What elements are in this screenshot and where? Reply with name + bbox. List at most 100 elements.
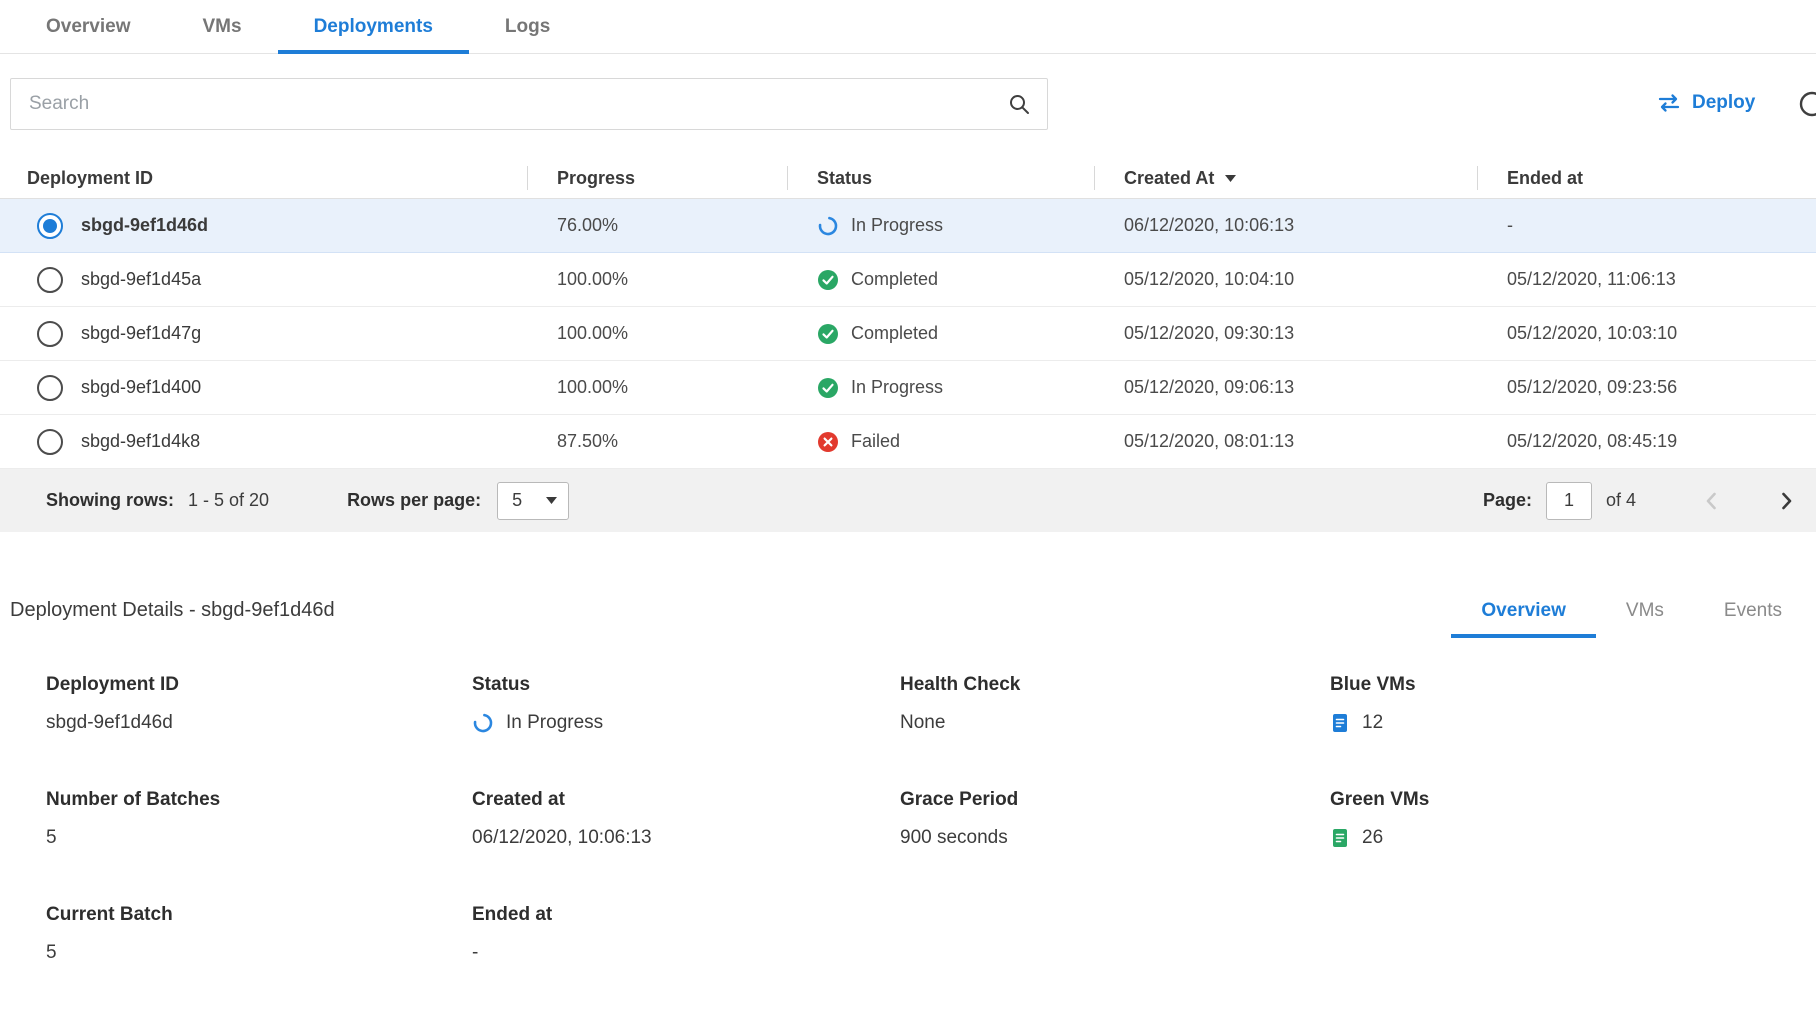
ended-at-cell: 05/12/2020, 08:45:19 [1477, 431, 1816, 452]
ended-at-cell: - [1477, 215, 1816, 236]
deploy-label: Deploy [1692, 92, 1755, 114]
column-header-status[interactable]: Status [787, 158, 1094, 198]
prev-page-button[interactable] [1700, 489, 1724, 513]
table-footer: Showing rows: 1 - 5 of 20 Rows per page:… [0, 469, 1816, 532]
row-radio[interactable] [37, 213, 63, 239]
tab-deployments[interactable]: Deployments [278, 0, 469, 54]
deployment-id: sbgd-9ef1d45a [81, 269, 201, 290]
created-at-cell: 05/12/2020, 09:30:13 [1094, 323, 1477, 344]
detail-field-created-at: Created at 06/12/2020, 10:06:13 [472, 789, 900, 850]
detail-label: Grace Period [900, 789, 1330, 811]
detail-field-status: Status In Progress [472, 674, 900, 735]
refresh-icon[interactable] [1797, 89, 1816, 119]
showing-rows-value: 1 - 5 of 20 [188, 490, 269, 511]
rows-per-page-value: 5 [512, 490, 522, 511]
next-page-button[interactable] [1774, 489, 1798, 513]
column-header-ended-at[interactable]: Ended at [1477, 158, 1816, 198]
detail-field-blue-vms: Blue VMs 12 [1330, 674, 1816, 735]
table-body: sbgd-9ef1d46d 76.00% In Progress 06/12/2… [0, 199, 1816, 469]
tab-overview[interactable]: Overview [10, 0, 167, 54]
search-box[interactable] [10, 78, 1048, 130]
created-at-cell: 05/12/2020, 10:04:10 [1094, 269, 1477, 290]
detail-label: Health Check [900, 674, 1330, 696]
details-tab-overview[interactable]: Overview [1451, 588, 1596, 638]
chevron-down-icon [545, 496, 558, 505]
details-tab-vms[interactable]: VMs [1596, 588, 1694, 638]
detail-value: - [472, 941, 900, 965]
status-cell: Completed [787, 269, 1094, 291]
deployments-table: Deployment ID Progress Status Created At… [0, 158, 1816, 532]
detail-field-grace-period: Grace Period 900 seconds [900, 789, 1330, 850]
column-header-deployment-id[interactable]: Deployment ID [0, 158, 527, 198]
progress-cell: 100.00% [527, 323, 787, 344]
rows-per-page-select[interactable]: 5 [497, 482, 569, 520]
detail-field-current-batch: Current Batch 5 [46, 904, 472, 965]
detail-value: 5 [46, 941, 472, 965]
detail-label: Deployment ID [46, 674, 472, 696]
deployment-id: sbgd-9ef1d4k8 [81, 431, 200, 452]
status-label: Completed [851, 269, 938, 290]
column-header-created-at[interactable]: Created At [1094, 158, 1477, 198]
detail-value: 26 [1330, 826, 1816, 850]
tab-logs[interactable]: Logs [469, 0, 586, 54]
details-grid: Deployment ID sbgd-9ef1d46d Status In Pr… [0, 674, 1816, 1019]
status-in-progress-icon [817, 215, 839, 237]
detail-value-text: 12 [1362, 712, 1383, 734]
table-row[interactable]: sbgd-9ef1d400 100.00% In Progress 05/12/… [0, 361, 1816, 415]
vm-green-icon [1330, 827, 1350, 849]
detail-label: Blue VMs [1330, 674, 1816, 696]
detail-value: 12 [1330, 711, 1816, 735]
sort-desc-icon [1224, 174, 1237, 183]
progress-cell: 100.00% [527, 377, 787, 398]
detail-value: In Progress [472, 711, 900, 735]
row-radio[interactable] [37, 267, 63, 293]
detail-value-text: In Progress [506, 712, 603, 734]
table-row[interactable]: sbgd-9ef1d46d 76.00% In Progress 06/12/2… [0, 199, 1816, 253]
column-label: Created At [1124, 168, 1214, 189]
details-tab-events[interactable]: Events [1694, 588, 1812, 638]
row-radio[interactable] [37, 375, 63, 401]
table-row[interactable]: sbgd-9ef1d45a 100.00% Completed 05/12/20… [0, 253, 1816, 307]
status-completed-icon [817, 323, 839, 345]
status-cell: Failed [787, 431, 1094, 453]
status-completed-icon [817, 269, 839, 291]
detail-value: 06/12/2020, 10:06:13 [472, 826, 900, 850]
detail-value: None [900, 711, 1330, 735]
table-row[interactable]: sbgd-9ef1d4k8 87.50% Failed 05/12/2020, … [0, 415, 1816, 469]
details-tabbar: OverviewVMsEvents [1451, 588, 1812, 638]
status-label: Completed [851, 323, 938, 344]
detail-field-deployment-id: Deployment ID sbgd-9ef1d46d [46, 674, 472, 735]
detail-field-health-check: Health Check None [900, 674, 1330, 735]
detail-label: Ended at [472, 904, 900, 926]
created-at-cell: 06/12/2020, 10:06:13 [1094, 215, 1477, 236]
column-header-progress[interactable]: Progress [527, 158, 787, 198]
vm-blue-icon [1330, 712, 1350, 734]
detail-field-number-of-batches: Number of Batches 5 [46, 789, 472, 850]
detail-value-text: - [472, 942, 478, 964]
progress-cell: 76.00% [527, 215, 787, 236]
column-label: Ended at [1507, 168, 1583, 189]
ended-at-cell: 05/12/2020, 10:03:10 [1477, 323, 1816, 344]
detail-value-text: 900 seconds [900, 827, 1008, 849]
tab-vms[interactable]: VMs [167, 0, 278, 54]
details-header: Deployment Details - sbgd-9ef1d46d Overv… [0, 588, 1816, 638]
in-progress-icon [472, 712, 494, 734]
row-radio[interactable] [37, 429, 63, 455]
deployment-id: sbgd-9ef1d400 [81, 377, 201, 398]
progress-cell: 87.50% [527, 431, 787, 452]
deployment-id: sbgd-9ef1d47g [81, 323, 201, 344]
page-input[interactable] [1546, 482, 1592, 520]
status-label: In Progress [851, 215, 943, 236]
status-completed-icon [817, 377, 839, 399]
row-radio[interactable] [37, 321, 63, 347]
detail-field-green-vms: Green VMs 26 [1330, 789, 1816, 850]
deploy-button[interactable]: Deploy [1656, 92, 1755, 114]
detail-label: Number of Batches [46, 789, 472, 811]
toolbar: Deploy [0, 78, 1816, 130]
detail-value-text: 5 [46, 827, 57, 849]
table-row[interactable]: sbgd-9ef1d47g 100.00% Completed 05/12/20… [0, 307, 1816, 361]
top-tabbar: OverviewVMsDeploymentsLogs [0, 0, 1816, 54]
showing-rows-label: Showing rows: [46, 490, 174, 511]
search-input[interactable] [29, 93, 1007, 115]
rows-per-page-label: Rows per page: [347, 490, 481, 511]
